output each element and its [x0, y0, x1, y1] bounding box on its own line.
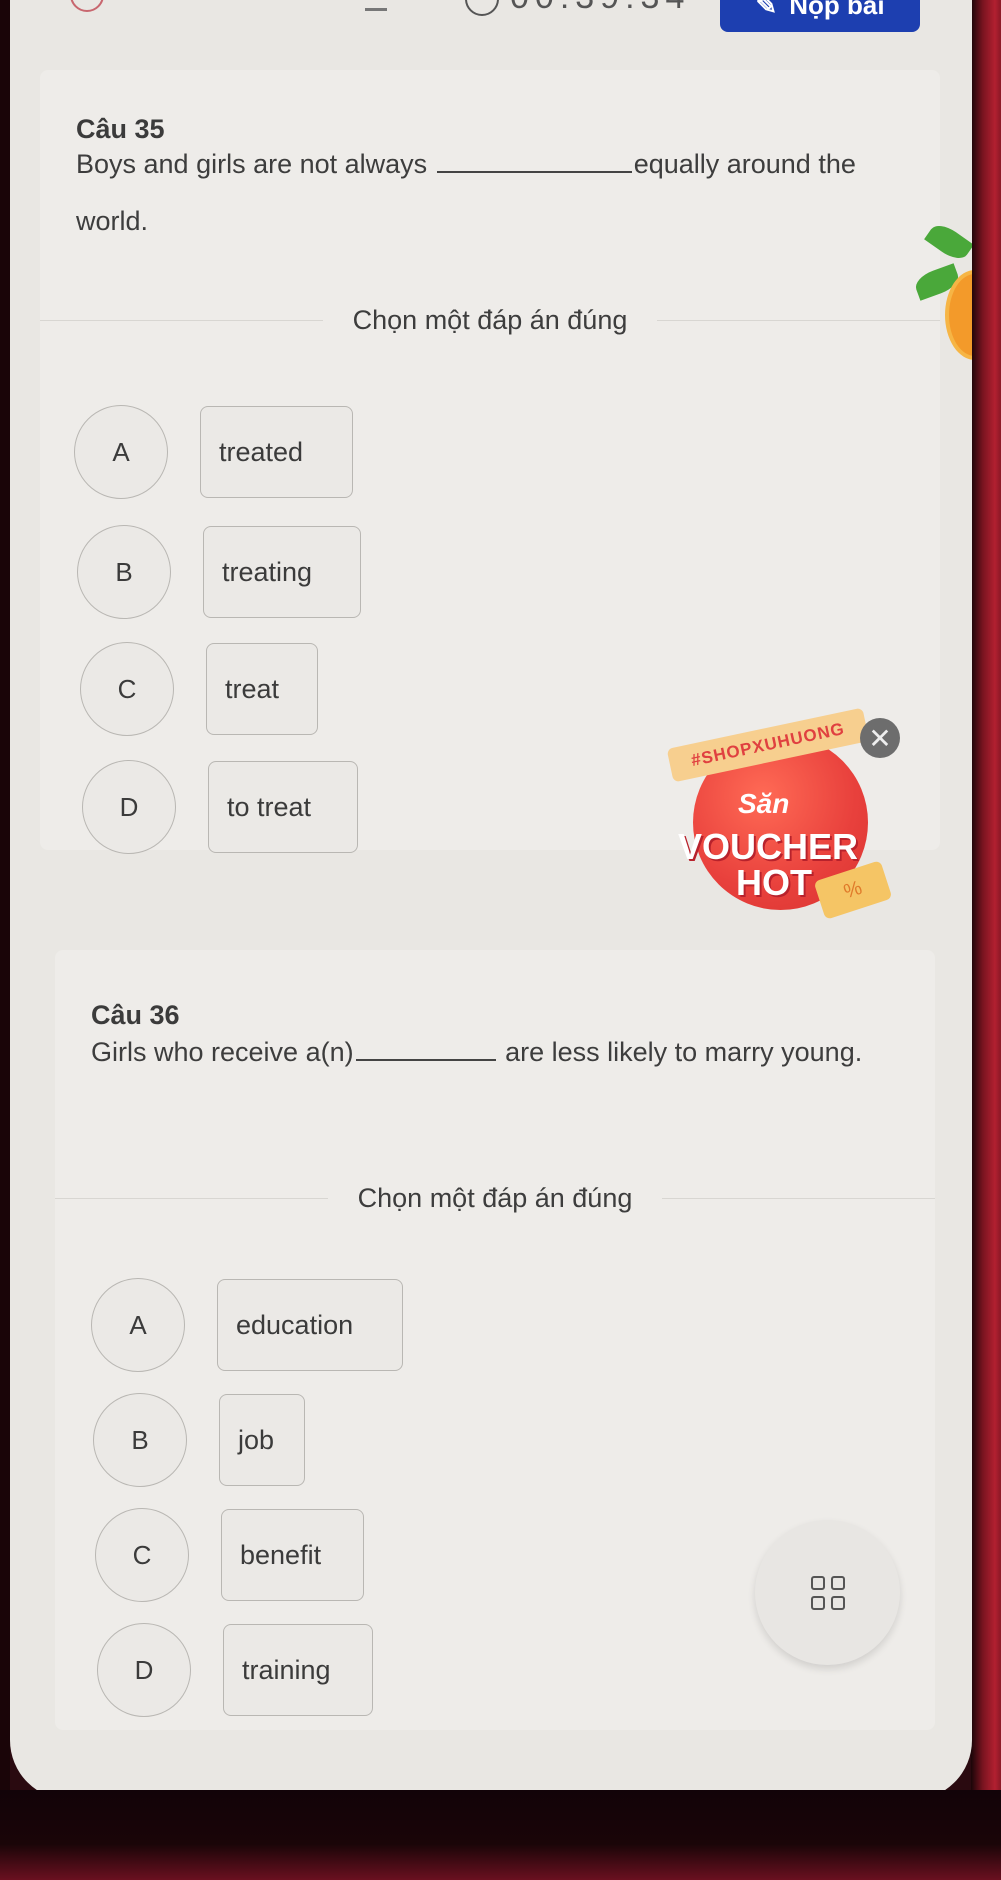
voucher-promo[interactable]: #SHOPXUHUONG Săn VOUCHER HOT % ✕	[666, 707, 900, 920]
question-text: Girls who receive a(n) are less likely t…	[91, 1024, 891, 1081]
divider	[55, 1197, 328, 1199]
close-icon[interactable]: ✕	[860, 718, 900, 758]
option-letter[interactable]: B	[93, 1393, 187, 1487]
option-letter[interactable]: B	[77, 525, 171, 619]
question-text-before: Girls who receive a(n)	[91, 1037, 354, 1067]
instruction-row: Chọn một đáp án đúng	[40, 300, 940, 340]
instruction-text: Chọn một đáp án đúng	[357, 1182, 633, 1213]
option-text[interactable]: treat	[206, 643, 318, 735]
screen: 00:39:34 ✎ Nộp bài Câu 35 Boys and girls…	[10, 0, 972, 1800]
option-d[interactable]: D to treat	[82, 760, 358, 854]
divider	[40, 319, 323, 321]
option-letter[interactable]: C	[80, 642, 174, 736]
option-text[interactable]: to treat	[208, 761, 358, 853]
back-icon[interactable]	[70, 0, 104, 12]
option-b[interactable]: B treating	[77, 525, 361, 619]
timer: 00:39:34	[510, 0, 690, 17]
option-text[interactable]: training	[223, 1624, 373, 1716]
option-letter[interactable]: D	[82, 760, 176, 854]
answer-blank	[355, 1037, 496, 1061]
option-text[interactable]: education	[217, 1279, 403, 1371]
option-d[interactable]: D training	[97, 1623, 373, 1717]
option-text[interactable]: benefit	[221, 1509, 364, 1601]
option-text[interactable]: treating	[203, 526, 361, 618]
phone-frame-right	[971, 0, 1001, 1880]
edit-note-icon: ✎	[755, 0, 778, 20]
top-bar: 00:39:34 ✎ Nộp bài	[10, 0, 972, 40]
instruction-text: Chọn một đáp án đúng	[352, 304, 628, 335]
phone-frame-left	[0, 0, 10, 1880]
option-letter[interactable]: A	[91, 1278, 185, 1372]
option-b[interactable]: B job	[93, 1393, 305, 1487]
instruction-row: Chọn một đáp án đúng	[55, 1178, 935, 1218]
promo-line1: Săn	[738, 788, 790, 819]
question-menu-button[interactable]	[755, 1520, 900, 1665]
option-letter[interactable]: D	[97, 1623, 191, 1717]
phone-frame-bottom	[0, 1790, 1001, 1880]
option-text[interactable]: job	[219, 1394, 305, 1486]
divider	[662, 1197, 935, 1199]
submit-label: Nộp bài	[789, 0, 885, 20]
option-a[interactable]: A education	[91, 1278, 403, 1372]
option-letter[interactable]: C	[95, 1508, 189, 1602]
orange-decoration	[912, 219, 972, 360]
drag-handle-icon	[365, 8, 387, 11]
option-c[interactable]: C treat	[80, 642, 318, 736]
promo-line3: HOT	[736, 862, 812, 903]
question-text-after: are less likely to marry young.	[497, 1037, 863, 1067]
question-text-before: Boys and girls are not always	[76, 149, 435, 179]
option-c[interactable]: C benefit	[95, 1508, 364, 1602]
divider	[657, 319, 940, 321]
option-text[interactable]: treated	[200, 406, 353, 498]
clock-icon	[465, 0, 499, 16]
option-letter[interactable]: A	[74, 405, 168, 499]
option-a[interactable]: A treated	[74, 405, 353, 499]
submit-button[interactable]: ✎ Nộp bài	[720, 0, 920, 32]
question-text: Boys and girls are not always equally ar…	[76, 136, 856, 250]
grid-icon	[810, 1575, 845, 1610]
answer-blank	[436, 149, 632, 173]
